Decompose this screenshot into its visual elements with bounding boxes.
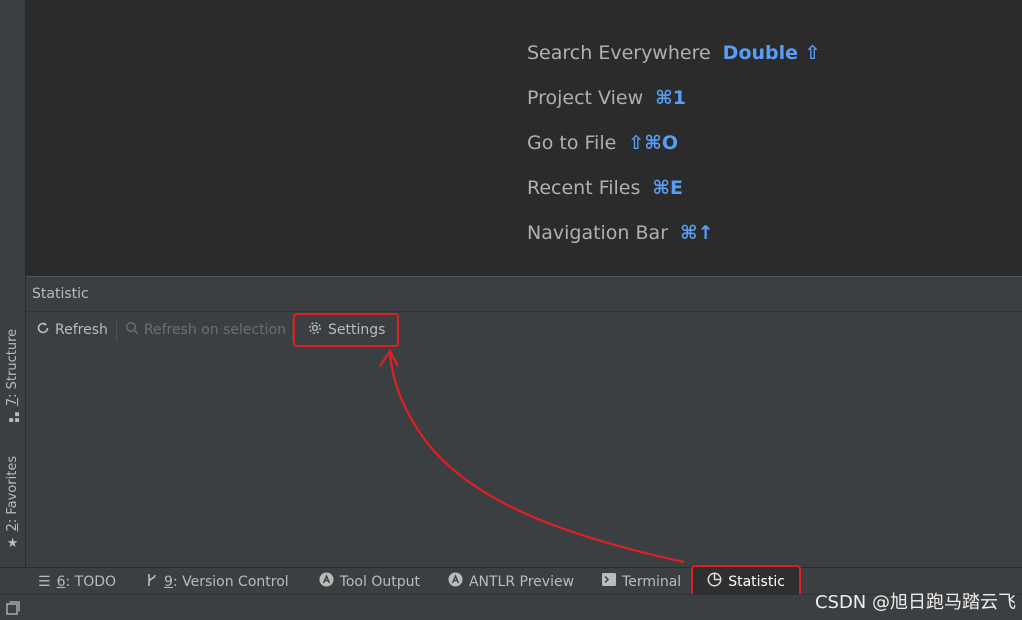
- version-control-shortcut: 9: [164, 573, 173, 590]
- tab-structure[interactable]: 7: Structure: [2, 320, 24, 430]
- tab-tool-output[interactable]: Tool Output: [319, 572, 420, 591]
- structure-label: : Structure: [5, 328, 21, 398]
- todo-label: : TODO: [65, 573, 117, 590]
- hint-label: Search Everywhere: [527, 42, 711, 64]
- settings-label: Settings: [328, 322, 386, 338]
- hint-label: Project View: [527, 87, 644, 109]
- version-control-label: : Version Control: [172, 573, 289, 590]
- tab-terminal[interactable]: Terminal: [602, 573, 681, 590]
- toolbar-separator: [115, 319, 117, 341]
- tool-output-label: Tool Output: [339, 573, 420, 590]
- left-tool-strip: 7: Structure ★ 2: Favorites: [0, 0, 26, 567]
- watermark: CSDN @旭日跑马踏云飞: [814, 592, 1016, 613]
- layout-toggle-icon[interactable]: [6, 600, 20, 619]
- settings-button[interactable]: Settings: [293, 313, 400, 347]
- hint-shortcut: Double ⇧: [722, 42, 821, 64]
- pie-chart-icon: [707, 572, 722, 591]
- refresh-button[interactable]: Refresh: [36, 321, 108, 339]
- terminal-icon: [602, 573, 617, 590]
- tab-version-control[interactable]: 9: Version Control: [146, 573, 289, 591]
- statistic-tool-window: Statistic Refresh Refresh on selection S…: [26, 276, 1022, 568]
- hint-recent-files: Recent Files ⌘E: [527, 177, 821, 222]
- tab-favorites[interactable]: ★ 2: Favorites: [2, 450, 24, 555]
- editor-empty-area: Search Everywhere Double ⇧ Project View …: [26, 0, 1022, 276]
- editor-hints: Search Everywhere Double ⇧ Project View …: [527, 42, 821, 267]
- hint-label: Recent Files: [527, 177, 641, 199]
- terminal-label: Terminal: [622, 573, 682, 590]
- list-icon: ☰: [38, 573, 51, 590]
- hint-search-everywhere: Search Everywhere Double ⇧: [527, 42, 821, 87]
- favorites-label: : Favorites: [5, 455, 21, 524]
- hint-shortcut: ⌘E: [652, 177, 684, 199]
- antlr-icon: [319, 572, 334, 591]
- refresh-icon: [36, 321, 50, 339]
- antlr-icon: [448, 572, 463, 591]
- tool-window-title: Statistic: [32, 286, 89, 302]
- hint-label: Navigation Bar: [527, 222, 669, 244]
- hint-go-to-file: Go to File ⇧⌘O: [527, 132, 821, 177]
- hint-shortcut: ⌘↑: [680, 222, 714, 244]
- tab-todo[interactable]: ☰ 6: TODO: [38, 574, 116, 590]
- antlr-preview-label: ANTLR Preview: [468, 573, 575, 590]
- hint-label: Go to File: [527, 132, 617, 154]
- refresh-on-selection-label: Refresh on selection: [143, 322, 287, 338]
- favorites-shortcut: 2: [5, 523, 21, 532]
- refresh-on-selection-button[interactable]: Refresh on selection: [125, 321, 286, 339]
- search-icon: [125, 321, 139, 339]
- tool-window-toolbar: Refresh Refresh on selection Settings: [26, 312, 1022, 348]
- refresh-label: Refresh: [55, 322, 108, 338]
- gear-icon: [307, 320, 323, 340]
- hint-navigation-bar: Navigation Bar ⌘↑: [527, 222, 821, 267]
- hint-project-view: Project View ⌘1: [527, 87, 821, 132]
- branch-icon: [146, 573, 158, 591]
- tool-window-header: Statistic: [26, 277, 1022, 312]
- statistic-label: Statistic: [728, 573, 785, 590]
- hint-shortcut: ⇧⌘O: [628, 132, 678, 154]
- tab-antlr-preview[interactable]: ANTLR Preview: [448, 572, 574, 591]
- hint-shortcut: ⌘1: [655, 87, 686, 109]
- structure-icon: [8, 411, 19, 422]
- star-icon: ★: [7, 535, 19, 551]
- structure-shortcut: 7: [5, 397, 21, 406]
